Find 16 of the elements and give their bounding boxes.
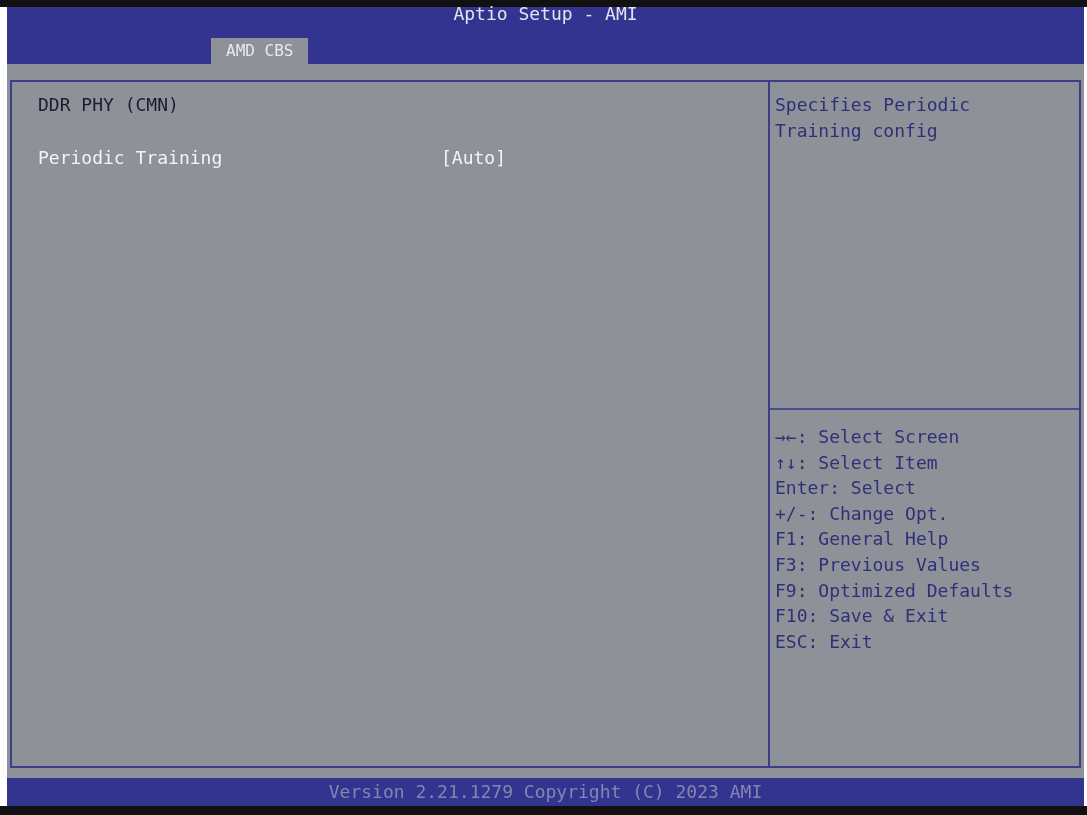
section-heading: DDR PHY (CMN)	[38, 93, 179, 117]
key-hint: F9: Optimized Defaults	[775, 579, 1014, 601]
key-hint: F3: Previous Values	[775, 553, 981, 575]
key-hint: F10: Save & Exit	[775, 605, 949, 627]
tab[interactable]: AMD CBS	[211, 38, 309, 64]
window-title: Aptio Setup - AMI	[453, 5, 638, 23]
help-description: Specifies Periodic Training config	[775, 93, 972, 143]
key-hint: ESC: Exit	[775, 630, 873, 652]
key-hint: F1: General Help	[775, 528, 949, 550]
setting-label[interactable]: Periodic Training	[38, 147, 223, 168]
setting-value[interactable]: [Auto]	[441, 145, 507, 171]
key-hint: ↑↓: Select Item	[775, 451, 938, 473]
version-text: Version 2.21.1279 Copyright (C) 2023 AMI	[328, 780, 763, 804]
key-hint: Enter: Select	[775, 477, 916, 499]
key-hint: +/-: Change Opt.	[775, 502, 949, 524]
key-hint: →←: Select Screen	[775, 426, 960, 447]
